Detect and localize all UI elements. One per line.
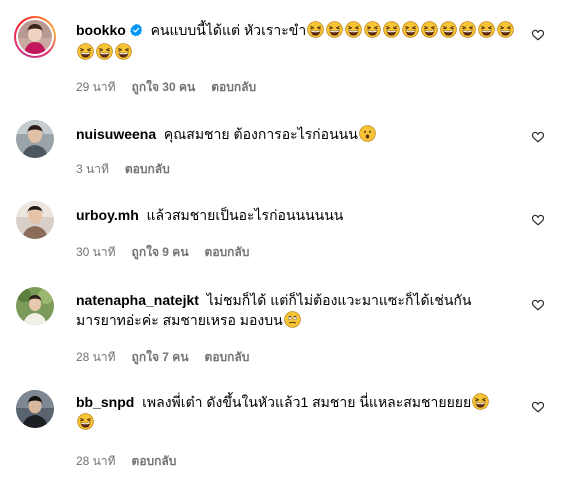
avatar[interactable] xyxy=(14,16,56,58)
grinning-squinting-face-emoji xyxy=(115,43,132,60)
avatar[interactable] xyxy=(16,120,54,158)
grinning-squinting-face-emoji xyxy=(77,413,94,430)
grinning-squinting-face-emoji xyxy=(96,43,113,60)
grinning-squinting-face-emoji xyxy=(326,21,343,38)
comment-username[interactable]: urboy.mh xyxy=(76,207,139,223)
comment-meta: 29 นาที ถูกใจ 30 คน ตอบกลับ xyxy=(76,78,272,97)
likes-count[interactable]: ถูกใจ 9 คน xyxy=(132,245,189,259)
comment-username[interactable]: nuisuweena xyxy=(76,126,156,142)
comment-meta: 30 นาที ถูกใจ 9 คน ตอบกลับ xyxy=(76,243,265,262)
face-with-open-mouth-emoji xyxy=(359,125,376,142)
grinning-squinting-face-emoji xyxy=(478,21,495,38)
comment-time[interactable]: 3 นาที xyxy=(76,162,109,176)
comment-text: แล้วสมชายเป็นอะไรก่อนนนนนน xyxy=(146,207,344,223)
comment-meta: 28 นาที ถูกใจ 7 คน ตอบกลับ xyxy=(76,348,265,367)
reply-button[interactable]: ตอบกลับ xyxy=(205,245,250,259)
comment-text: เพลงพี่เต๋า ดังขึ้นในหัวแล้ว1 สมชาย นี่แ… xyxy=(142,394,472,410)
avatar[interactable] xyxy=(16,390,54,428)
comment-time[interactable]: 28 นาที xyxy=(76,454,116,468)
grinning-squinting-face-emoji xyxy=(440,21,457,38)
comment-time[interactable]: 28 นาที xyxy=(76,350,116,364)
comment-time[interactable]: 30 นาที xyxy=(76,245,116,259)
comment-meta: 28 นาที ตอบกลับ xyxy=(76,452,192,471)
comment-meta: 3 นาที ตอบกลับ xyxy=(76,160,186,179)
heart-icon[interactable] xyxy=(531,130,545,144)
likes-count[interactable]: ถูกใจ 30 คน xyxy=(132,80,196,94)
heart-icon[interactable] xyxy=(531,298,545,312)
grinning-squinting-face-emoji xyxy=(364,21,381,38)
heart-icon[interactable] xyxy=(531,400,545,414)
face-with-rolling-eyes-emoji xyxy=(284,311,301,328)
grinning-squinting-face-emoji xyxy=(383,21,400,38)
likes-count[interactable]: ถูกใจ 7 คน xyxy=(132,350,189,364)
avatar[interactable] xyxy=(16,201,54,239)
grinning-squinting-face-emoji xyxy=(497,21,514,38)
reply-button[interactable]: ตอบกลับ xyxy=(205,350,250,364)
grinning-squinting-face-emoji xyxy=(307,21,324,38)
grinning-squinting-face-emoji xyxy=(402,21,419,38)
grinning-squinting-face-emoji xyxy=(77,43,94,60)
grinning-squinting-face-emoji xyxy=(472,393,489,410)
comment-username[interactable]: bb_snpd xyxy=(76,394,134,410)
reply-button[interactable]: ตอบกลับ xyxy=(132,454,177,468)
comment-text: ไม่ชมก็ได้ แต่ก็ไม่ต้องแวะมาแซะก็ได้เช่น… xyxy=(206,292,472,308)
verified-badge-icon xyxy=(129,22,143,42)
comment-username[interactable]: natenapha_natejkt xyxy=(76,292,199,308)
comment-text: คุณสมชาย ต้องการอะไรก่อนนน xyxy=(163,126,358,142)
comment-text-line2: มารยาทอ่ะค่ะ สมชายเหรอ มองบน xyxy=(76,312,283,328)
comment-text: คนแบบนี้ได้แต่ หัวเราะขำ xyxy=(150,22,307,38)
reply-button[interactable]: ตอบกลับ xyxy=(125,162,170,176)
heart-icon[interactable] xyxy=(531,213,545,227)
grinning-squinting-face-emoji xyxy=(421,21,438,38)
heart-icon[interactable] xyxy=(531,28,545,42)
comment-username[interactable]: bookko xyxy=(76,22,126,38)
comment-time[interactable]: 29 นาที xyxy=(76,80,116,94)
grinning-squinting-face-emoji xyxy=(345,21,362,38)
avatar[interactable] xyxy=(16,287,54,325)
reply-button[interactable]: ตอบกลับ xyxy=(211,80,256,94)
grinning-squinting-face-emoji xyxy=(459,21,476,38)
